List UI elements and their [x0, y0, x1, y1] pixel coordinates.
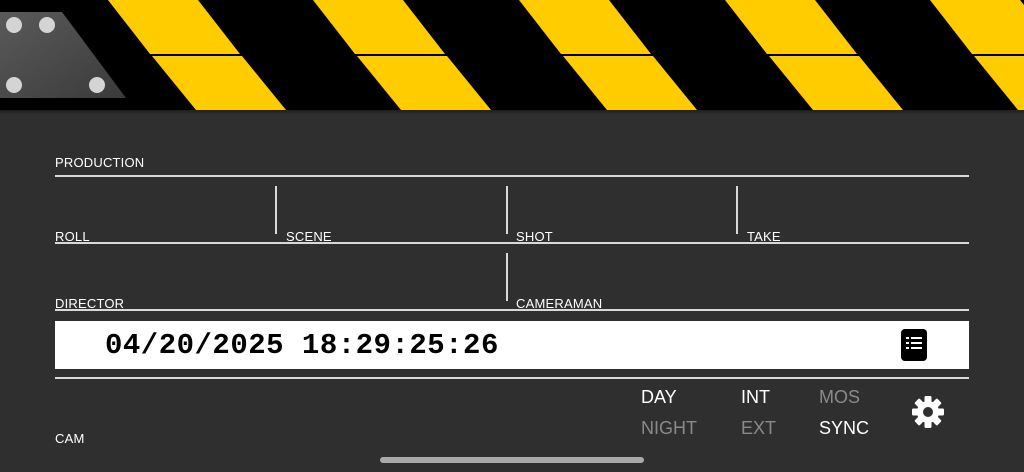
timecode-bar[interactable]: 04/20/2025 18:29:25:26 — [55, 321, 969, 369]
stick-shadow — [0, 110, 1024, 114]
divider-roll-row — [55, 242, 969, 244]
divider-shot-take — [736, 186, 738, 234]
toggle-mos[interactable]: MOS — [819, 387, 860, 408]
clapper-stick[interactable] — [0, 0, 1024, 110]
toggle-ext[interactable]: EXT — [741, 418, 776, 439]
field-label-cam[interactable]: CAM — [55, 431, 85, 446]
toggle-sync[interactable]: SYNC — [819, 418, 869, 439]
home-indicator[interactable] — [380, 457, 644, 463]
hinge-plate — [0, 12, 126, 98]
timecode-display: 04/20/2025 18:29:25:26 — [105, 329, 499, 362]
field-label-production[interactable]: PRODUCTION — [55, 155, 144, 170]
clapper-stripes — [108, 0, 1024, 110]
toggle-night[interactable]: NIGHT — [641, 418, 697, 439]
toggle-day[interactable]: DAY — [641, 387, 677, 408]
divider-timecode — [55, 377, 969, 379]
divider-director-cameraman — [506, 253, 508, 301]
gear-icon[interactable] — [911, 395, 945, 429]
divider-production — [55, 175, 969, 177]
divider-roll-scene — [275, 186, 277, 234]
toggle-int[interactable]: INT — [741, 387, 770, 408]
divider-scene-shot — [506, 186, 508, 234]
notes-icon[interactable] — [901, 329, 927, 361]
divider-director-row — [55, 309, 969, 311]
